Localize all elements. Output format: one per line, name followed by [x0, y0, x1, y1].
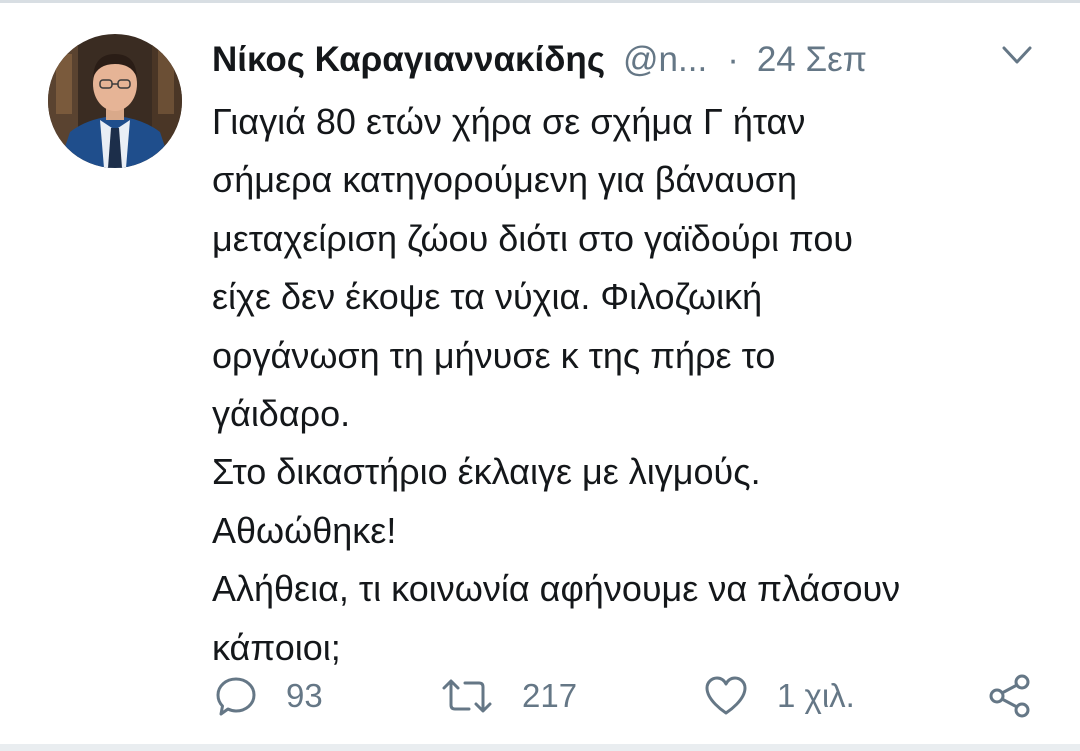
- tweet-text-line: μεταχείριση ζώου διότι στο γαϊδούρι που: [212, 217, 854, 259]
- avatar[interactable]: [48, 34, 182, 168]
- tweet-text-line: Αλήθεια, τι κοινωνία αφήνουμε να πλάσουν: [212, 568, 901, 610]
- share-button[interactable]: [987, 671, 1033, 721]
- retweet-button[interactable]: 217: [440, 671, 577, 721]
- chevron-down-icon[interactable]: [1000, 43, 1034, 69]
- share-icon: [987, 673, 1033, 719]
- reply-count: 93: [286, 677, 323, 714]
- tweet-text-line: Στο δικαστήριο έκλαιγε με λιγμούς.: [212, 451, 761, 493]
- heart-icon: [703, 674, 749, 718]
- retweet-icon: [440, 674, 494, 718]
- bottom-divider: [0, 744, 1080, 751]
- tweet-text-line: είχε δεν έκοψε τα νύχια. Φιλοζωική: [212, 276, 763, 318]
- author-name[interactable]: Νίκος Καραγιαννακίδης: [212, 40, 605, 80]
- like-button[interactable]: 1 χιλ.: [703, 671, 855, 721]
- tweet-text-line: Γιαγιά 80 ετών χήρα σε σχήμα Γ ήταν: [212, 101, 806, 142]
- author-handle[interactable]: @n...: [623, 40, 707, 80]
- tweet-text-line: κάποιοι;: [212, 626, 341, 668]
- tweet-text-line: οργάνωση τη μήνυσε κ της πήρε το: [212, 334, 776, 376]
- reply-icon: [214, 674, 258, 718]
- tweet-header: Νίκος Καραγιαννακίδης @n... · 24 Σεπ: [212, 37, 867, 83]
- tweet-text-line: Αθωώθηκε!: [212, 509, 397, 551]
- tweet-text: Γιαγιά 80 ετών χήρα σε σχήμα Γ ήταν σήμε…: [212, 93, 1052, 677]
- tweet-text-line: γάιδαρο.: [212, 393, 351, 435]
- tweet-text-line: σήμερα κατηγορούμενη για βάναυση: [212, 159, 798, 201]
- separator-dot: ·: [727, 40, 739, 79]
- tweet[interactable]: Νίκος Καραγιαννακίδης @n... · 24 Σεπ Για…: [0, 3, 1080, 744]
- retweet-count: 217: [522, 677, 578, 714]
- tweet-date[interactable]: 24 Σεπ: [757, 40, 867, 80]
- tweet-actions: 93 217 1 χιλ.: [0, 671, 1080, 721]
- like-count: 1 χιλ.: [777, 677, 855, 714]
- reply-button[interactable]: 93: [214, 671, 323, 721]
